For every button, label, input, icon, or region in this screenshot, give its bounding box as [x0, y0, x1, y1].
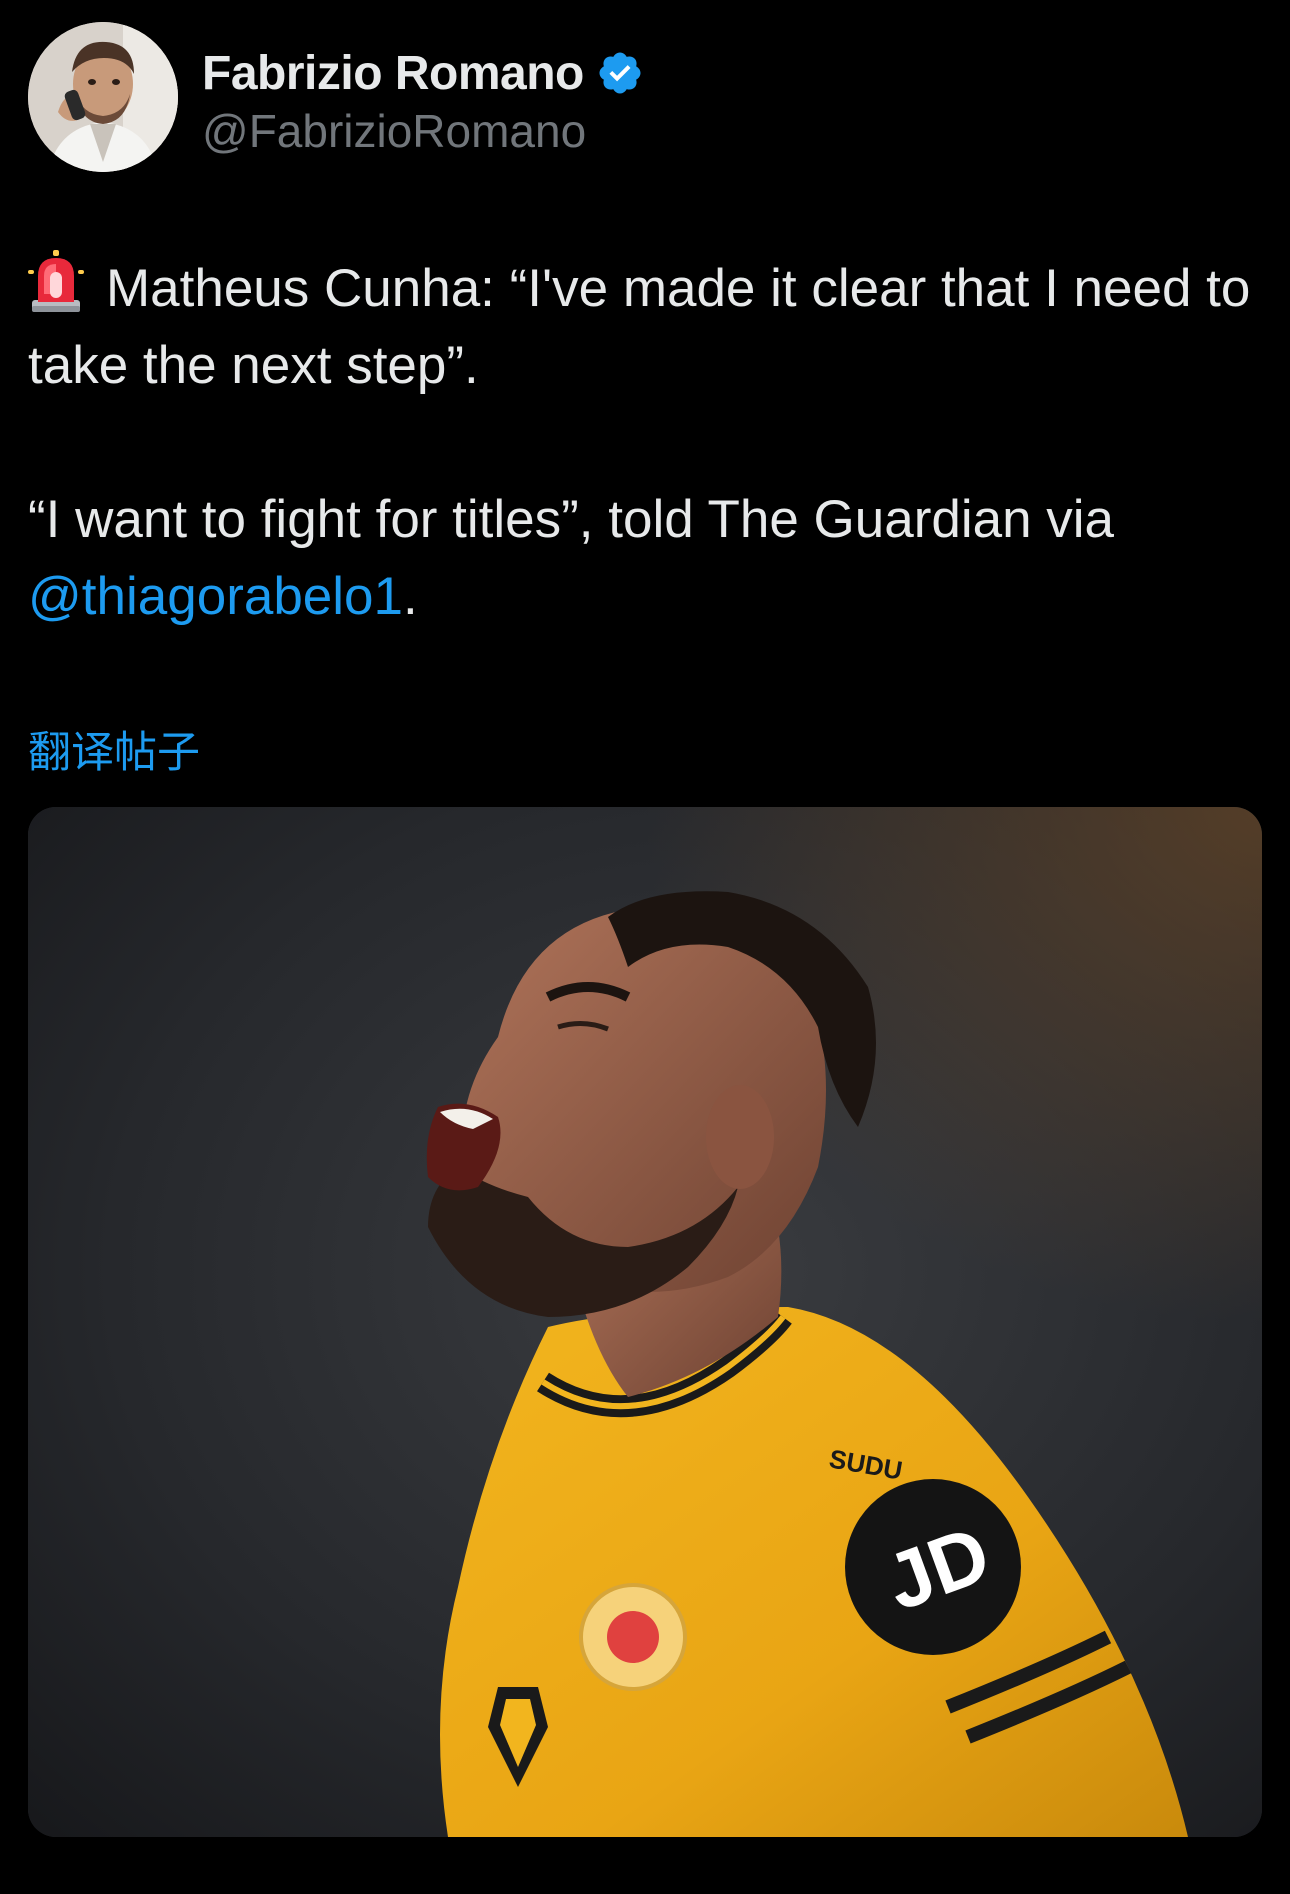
tweet-media-photo[interactable]: SUDU JD [28, 807, 1262, 1837]
mention-link[interactable]: @thiagorabelo1 [28, 567, 403, 626]
tweet-line-2: “I want to fight for titles”, told The G… [28, 490, 1115, 549]
tweet-line-2-end: . [403, 567, 418, 626]
police-siren-icon [28, 250, 84, 314]
tweet-paragraph-2: “I want to fight for titles”, told The G… [28, 481, 1258, 635]
tweet-paragraph-1: Matheus Cunha: “I've made it clear that … [28, 250, 1258, 404]
author-display-name[interactable]: Fabrizio Romano [202, 46, 584, 101]
author-name-row[interactable]: Fabrizio Romano [202, 38, 644, 108]
translate-post-link[interactable]: 翻译帖子 [28, 718, 200, 780]
tweet-body: Matheus Cunha: “I've made it clear that … [28, 250, 1258, 635]
tweet-header: Fabrizio Romano @FabrizioRomano [28, 22, 1258, 174]
verified-badge-icon [596, 49, 644, 97]
profile-photo-icon [28, 22, 178, 172]
author-handle[interactable]: @FabrizioRomano [202, 104, 586, 158]
author-avatar[interactable] [28, 22, 178, 172]
tweet-line-1: Matheus Cunha: “I've made it clear that … [28, 259, 1251, 395]
player-photo: SUDU JD [28, 807, 1262, 1837]
